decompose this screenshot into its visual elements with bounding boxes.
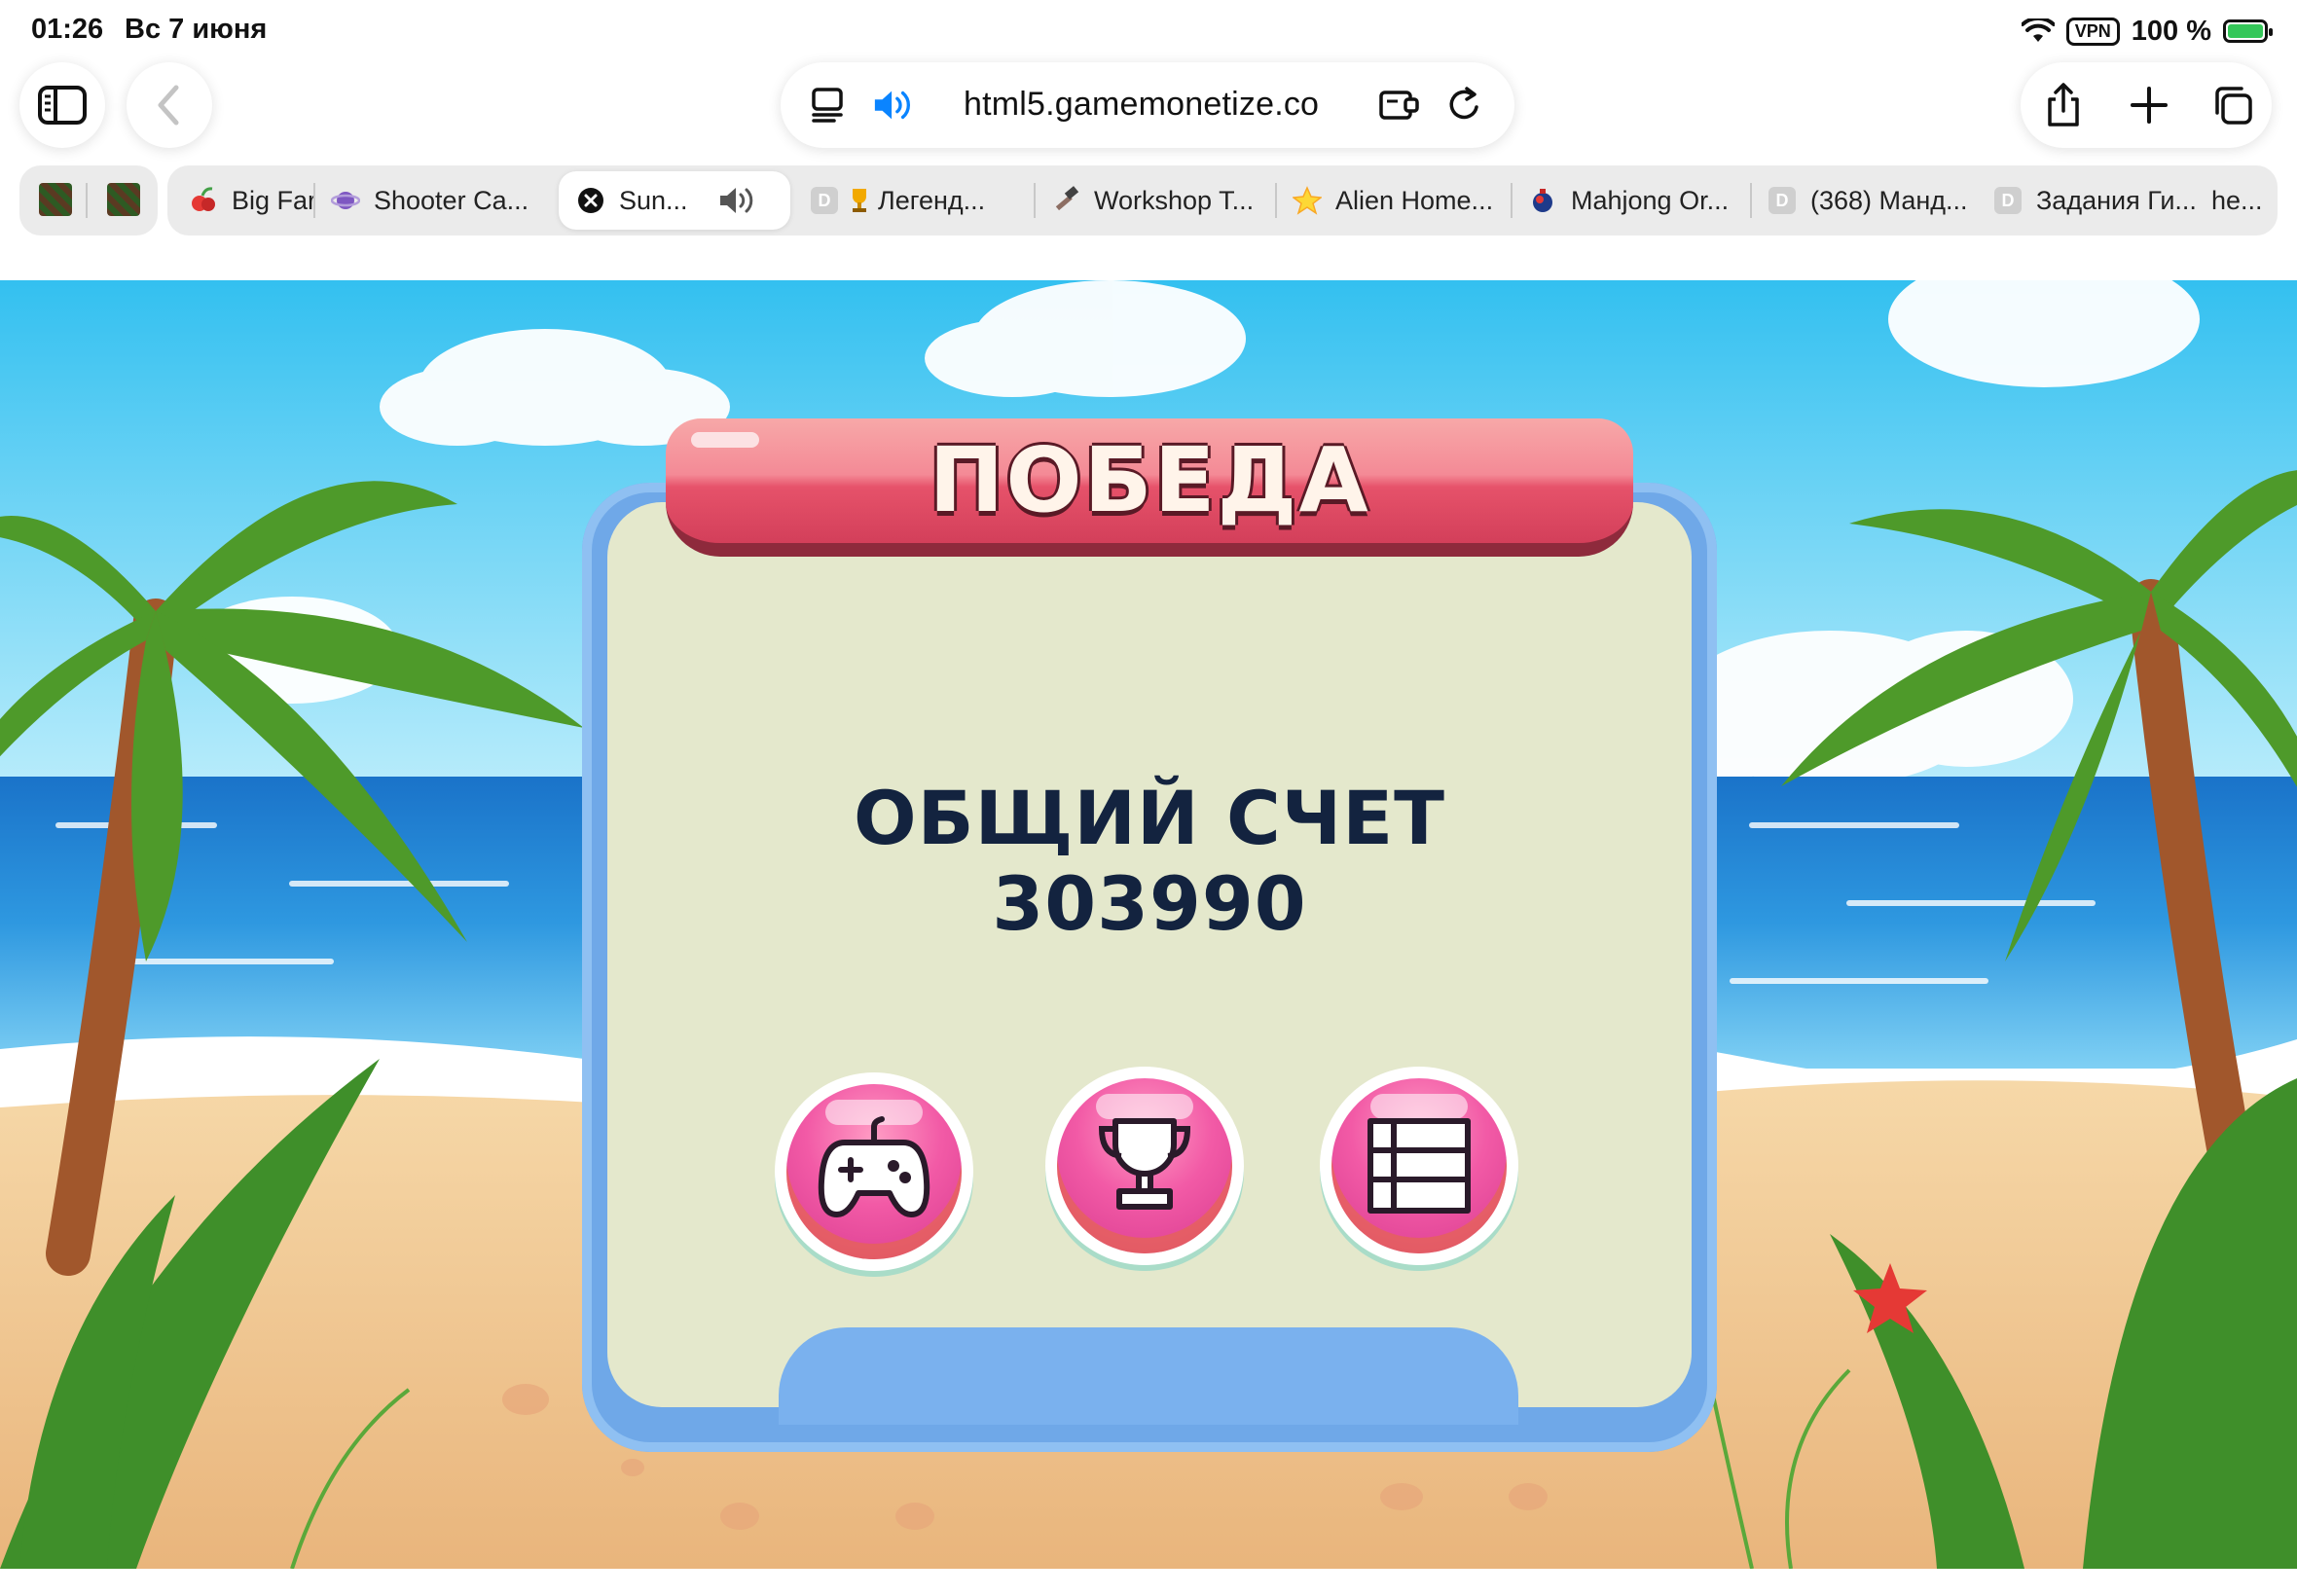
tab-divider (1034, 183, 1036, 218)
tab-label: Sun... (619, 185, 688, 215)
tab-label: Alien Home... (1335, 185, 1494, 215)
tab-label: Shooter Ca... (374, 185, 529, 215)
toolbar-right-group (2021, 62, 2272, 148)
star-icon (1293, 186, 1322, 215)
planet-icon (331, 186, 360, 215)
share-icon[interactable] (2042, 83, 2085, 127)
leaderboard-button[interactable] (1045, 1067, 1244, 1279)
tab-divider (86, 183, 88, 218)
tab-overflow[interactable]: he... (2211, 165, 2278, 236)
trophy-icon (1098, 1118, 1191, 1210)
battery-charging-icon (2223, 19, 2273, 43)
game-canvas[interactable]: ПОБЕДА ОБЩИЙ СЧЕТ 303990 (0, 280, 2297, 1569)
tab-legend[interactable]: D Легенд... (810, 165, 991, 236)
tab-label: Big Far (232, 185, 315, 215)
gamepad-icon (818, 1116, 930, 1217)
tab-label: (368) Манд... (1810, 185, 1968, 215)
address-bar[interactable]: html5.gamemonetize.co (781, 62, 1514, 148)
pinned-tab-1[interactable] (39, 183, 72, 216)
victory-title: ПОБЕДА (929, 428, 1370, 532)
list-icon (1367, 1118, 1471, 1214)
tab-mahjong[interactable]: Mahjong Or... (1528, 165, 1744, 236)
pinned-tabs (19, 165, 158, 236)
total-score-label: ОБЩИЙ СЧЕТ (854, 775, 1445, 861)
vpn-badge: VPN (2065, 17, 2120, 46)
play-again-button[interactable] (775, 1072, 973, 1285)
tab-workshop[interactable]: Workshop T... (1051, 165, 1265, 236)
total-score-value: 303990 (992, 860, 1307, 947)
reader-icon[interactable] (806, 84, 849, 127)
speaker-icon[interactable] (872, 84, 915, 127)
tab-divider (313, 183, 315, 218)
extensions-icon[interactable] (1378, 84, 1421, 127)
back-button[interactable] (127, 62, 212, 148)
pinned-tab-2[interactable] (107, 183, 140, 216)
sidebar-icon (38, 86, 87, 125)
tabs-overview-icon[interactable] (2211, 84, 2254, 127)
tab-bar: Big Far Shooter Ca... Sun... D Легенд... (0, 165, 2297, 237)
tab-big-farm[interactable]: Big Far (189, 165, 315, 236)
tab-label: Mahjong Or... (1571, 185, 1730, 215)
speaker-icon[interactable] (717, 185, 758, 216)
d-icon: D (810, 186, 839, 215)
status-time: 01:26 (31, 14, 104, 45)
trophy-icon (845, 186, 874, 215)
tab-divider (1275, 183, 1277, 218)
browser-toolbar: html5.gamemonetize.co (0, 62, 2297, 169)
tab-label: Задания Ги... (2036, 185, 2197, 215)
close-icon[interactable] (576, 186, 605, 215)
hammer-icon (1051, 186, 1080, 215)
tabs-group: Big Far Shooter Ca... Sun... D Легенд... (167, 165, 2278, 236)
url-text[interactable]: html5.gamemonetize.co (964, 86, 1319, 124)
ornament-icon (1528, 186, 1557, 215)
tab-label: he... (2211, 185, 2263, 215)
tab-label: Workshop T... (1094, 185, 1255, 215)
tab-tasks[interactable]: D Задания Ги... (1993, 165, 2213, 236)
sidebar-button[interactable] (19, 62, 105, 148)
status-bar: 01:26 Вс 7 июня VPN 100 % (0, 0, 2297, 62)
d-icon: D (1768, 186, 1797, 215)
back-icon (158, 85, 179, 126)
tab-active[interactable]: Sun... (559, 171, 790, 230)
fruit-icon (189, 186, 218, 215)
tab-divider (1750, 183, 1752, 218)
wifi-icon (2021, 18, 2055, 42)
tab-label: Легенд... (878, 185, 986, 215)
new-tab-icon[interactable] (2128, 84, 2170, 127)
tab-divider (1511, 183, 1513, 218)
tab-alien-home[interactable]: Alien Home... (1293, 165, 1509, 236)
tab-shooter[interactable]: Shooter Ca... (331, 165, 535, 236)
reload-icon[interactable] (1442, 84, 1485, 127)
tab-mandala[interactable]: D (368) Манд... (1768, 165, 1991, 236)
menu-button[interactable] (1320, 1067, 1518, 1279)
panel-footer (779, 1327, 1518, 1425)
d-icon: D (1993, 186, 2023, 215)
battery-percent: 100 % (2131, 15, 2211, 47)
status-right: VPN 100 % (2021, 12, 2273, 51)
status-date: Вс 7 июня (125, 14, 268, 45)
